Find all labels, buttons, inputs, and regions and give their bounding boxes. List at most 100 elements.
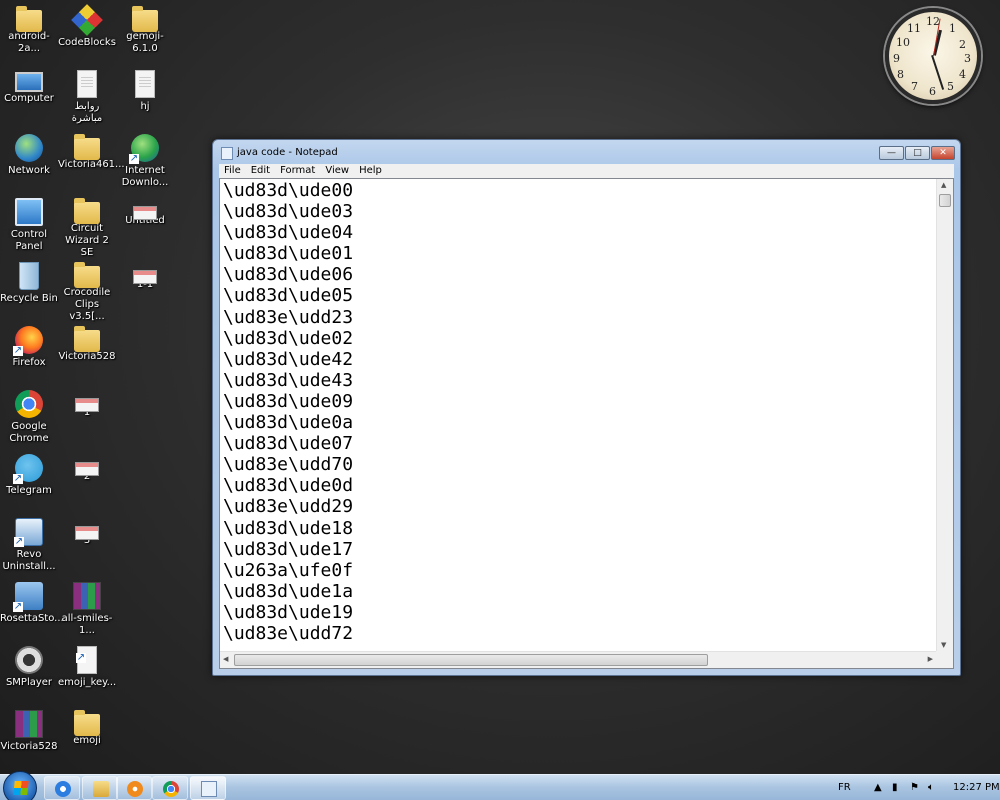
- desktop-icon-all-smiles[interactable]: all-smiles-1...: [58, 582, 116, 637]
- desktop-icon-victoria528-archive[interactable]: Victoria528: [0, 710, 58, 753]
- desktop-icon-codeblocks[interactable]: CodeBlocks: [58, 4, 116, 49]
- system-tray: FR ▲ ▮ ⚑ 🔈︎ 12:27 PM: [820, 775, 1000, 800]
- media-player-icon: [127, 781, 143, 797]
- desktop-icon-1-1[interactable]: 1-1: [116, 262, 174, 291]
- desktop-icon-3[interactable]: 3: [58, 518, 116, 547]
- editor-area: \ud83d\ude00 \ud83d\ude03 \ud83d\ude04 \ud8…: [219, 178, 954, 669]
- windows-explorer-icon: [93, 781, 109, 797]
- text-line: \ud83d\ude19: [223, 601, 354, 623]
- desktop-icon-victoria528-folder[interactable]: Victoria528: [58, 326, 116, 363]
- action-center-flag-icon[interactable]: ⚑: [910, 782, 919, 793]
- clock-numeral: 9: [893, 52, 900, 65]
- desktop-icon-recycle-bin[interactable]: Recycle Bin: [0, 262, 58, 305]
- internet-explorer-icon: [55, 781, 71, 797]
- control-panel-icon: [15, 198, 43, 226]
- scroll-up-icon[interactable]: ▲: [941, 181, 946, 189]
- clock-numeral: 11: [907, 22, 921, 35]
- desktop-icon-gemoji[interactable]: gemoji-6.1.0: [116, 6, 174, 55]
- image-icon: [75, 398, 99, 412]
- desktop-icon-rosetta-stone[interactable]: RosettaSto...: [0, 582, 64, 625]
- image-icon: [133, 270, 157, 284]
- desktop-icon-crocodile-clips[interactable]: Crocodile Clips v3.5[...: [58, 262, 116, 323]
- menu-edit[interactable]: Edit: [246, 164, 275, 178]
- desktop-icon-emoji-folder[interactable]: emoji: [58, 710, 116, 747]
- clock-numeral: 7: [911, 80, 918, 93]
- taskbar-clock[interactable]: 12:27 PM: [953, 782, 1000, 793]
- vertical-scroll-thumb[interactable]: [939, 194, 951, 207]
- maximize-button[interactable]: □: [905, 146, 930, 160]
- start-button[interactable]: [3, 771, 37, 800]
- size-grip[interactable]: [936, 651, 953, 668]
- desktop-icon-hj[interactable]: hj: [116, 70, 174, 113]
- shortcut-file-icon: [76, 646, 97, 674]
- desktop-icon-1[interactable]: 1: [58, 390, 116, 419]
- desktop-icon-idm[interactable]: Internet Downlo...: [116, 134, 174, 189]
- text-line: \ud83e\udd23: [223, 306, 354, 328]
- taskbar: FR ▲ ▮ ⚑ 🔈︎ 12:27 PM: [0, 771, 1000, 800]
- taskbar-chrome[interactable]: [152, 776, 188, 800]
- scroll-right-icon[interactable]: ▶: [928, 655, 933, 663]
- volume-icon[interactable]: 🔈︎: [928, 782, 934, 793]
- menu-file[interactable]: File: [219, 164, 246, 178]
- text-line: \ud83e\udd70: [223, 454, 354, 476]
- taskbar-internet-explorer[interactable]: [44, 776, 80, 800]
- clock-gadget[interactable]: 12 1 2 3 4 5 6 7 8 9 10 11: [885, 8, 981, 104]
- image-icon: [133, 206, 157, 220]
- folder-zip-icon: [16, 6, 42, 32]
- text-line: \ud83d\ude02: [223, 327, 354, 349]
- desktop-icon-android[interactable]: android-2a...: [0, 6, 58, 55]
- window-title: java code - Notepad: [237, 147, 338, 158]
- clock-numeral: 5: [947, 80, 954, 93]
- language-indicator[interactable]: FR: [838, 782, 851, 793]
- folder-icon: [74, 262, 100, 288]
- text-line: \ud83d\ude18: [223, 517, 354, 539]
- clock-numeral: 4: [959, 68, 966, 81]
- close-button[interactable]: ✕: [931, 146, 955, 160]
- scroll-down-icon[interactable]: ▼: [941, 641, 946, 649]
- menu-view[interactable]: View: [320, 164, 354, 178]
- desktop-icon-victoria461[interactable]: Victoria461...: [58, 134, 125, 171]
- desktop-icon-control-panel[interactable]: Control Panel: [0, 198, 58, 253]
- menu-help[interactable]: Help: [354, 164, 387, 178]
- revo-uninstaller-icon: [14, 518, 43, 547]
- menu-format[interactable]: Format: [275, 164, 320, 178]
- desktop-icon-revo[interactable]: Revo Uninstall...: [0, 518, 58, 573]
- image-icon: [75, 462, 99, 476]
- taskbar-notepad[interactable]: [190, 776, 226, 800]
- smplayer-icon: [15, 646, 43, 674]
- desktop-icon-2[interactable]: 2: [58, 454, 116, 483]
- text-editor[interactable]: \ud83d\ude00 \ud83d\ude03 \ud83d\ude04 \ud8…: [220, 179, 936, 651]
- scroll-left-icon[interactable]: ◀: [223, 655, 228, 663]
- show-hidden-icons-icon[interactable]: ▲: [874, 782, 882, 793]
- horizontal-scrollbar[interactable]: ◀ ▶: [220, 651, 936, 668]
- taskbar-explorer[interactable]: [82, 776, 118, 800]
- desktop-icon-emoji-key[interactable]: emoji_key...: [58, 646, 116, 689]
- notepad-window[interactable]: java code - Notepad — □ ✕ File Edit Format…: [212, 139, 961, 676]
- desktop-icon-computer[interactable]: Computer: [0, 70, 58, 105]
- title-bar[interactable]: java code - Notepad — □ ✕: [213, 140, 960, 164]
- desktop-icon-network[interactable]: Network: [0, 134, 58, 177]
- vertical-scrollbar[interactable]: ▲ ▼: [936, 179, 953, 651]
- network-tray-icon[interactable]: ▮: [892, 782, 898, 793]
- taskbar-media-player[interactable]: [116, 776, 152, 800]
- codeblocks-icon: [71, 4, 103, 36]
- document-icon: [135, 70, 155, 98]
- text-line: \ud83d\ude06: [223, 264, 354, 286]
- desktop-icon-chrome[interactable]: Google Chrome: [0, 390, 58, 445]
- desktop-icon-telegram[interactable]: Telegram: [0, 454, 58, 497]
- recycle-bin-icon: [19, 262, 39, 290]
- desktop-icon-smplayer[interactable]: SMPlayer: [0, 646, 58, 689]
- clock-numeral: 3: [964, 52, 971, 65]
- text-line: \ud83d\ude42: [223, 348, 354, 370]
- text-line: \ud83e\udd29: [223, 496, 354, 518]
- text-line: \ud83d\ude17: [223, 538, 354, 560]
- desktop-icon-circuit-wizard[interactable]: Circuit Wizard 2 SE: [58, 198, 116, 259]
- desktop-icon-direct-links[interactable]: روابط مباشرة: [58, 70, 116, 125]
- horizontal-scroll-thumb[interactable]: [234, 654, 708, 666]
- text-line: \ud83d\ude01: [223, 243, 354, 265]
- folder-icon: [74, 134, 100, 160]
- minimize-button[interactable]: —: [879, 146, 904, 160]
- desktop-icon-untitled[interactable]: Untitled: [116, 198, 174, 227]
- winrar-archive-icon: [15, 710, 43, 738]
- desktop-icon-firefox[interactable]: Firefox: [0, 326, 58, 369]
